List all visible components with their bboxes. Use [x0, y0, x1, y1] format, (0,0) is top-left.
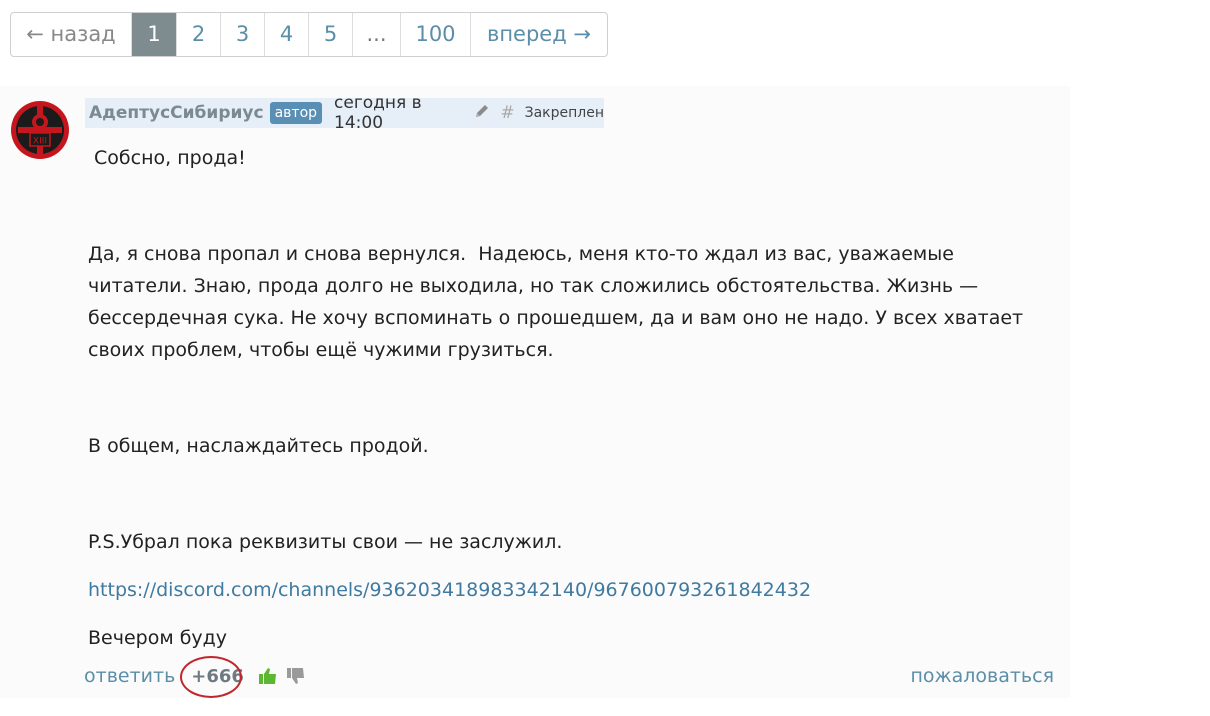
pinned-label: Закреплен: [524, 105, 604, 121]
post-paragraph: P.S.Убрал пока реквизиты свои — не заслу…: [88, 531, 563, 553]
post-paragraph: Да, я снова пропал и снова вернулся. Над…: [88, 243, 1030, 361]
prev-page-link[interactable]: ← назад: [11, 13, 132, 56]
discord-link[interactable]: https://discord.com/channels/93620341898…: [88, 579, 811, 601]
page-link-5[interactable]: 5: [309, 13, 353, 56]
pencil-icon[interactable]: [474, 103, 490, 124]
page-link-4[interactable]: 4: [265, 13, 309, 56]
page-link-100[interactable]: 100: [401, 13, 471, 56]
author-badge: автор: [269, 102, 323, 124]
author-link[interactable]: АдептусСибириус: [89, 103, 264, 123]
thumbs-up-icon[interactable]: [258, 666, 278, 686]
page-link-3[interactable]: 3: [221, 13, 265, 56]
post-paragraph: Собсно, прода!: [88, 147, 246, 169]
post-paragraph: В общем, наслаждайтесь продой.: [88, 435, 429, 457]
hash-icon[interactable]: #: [500, 103, 514, 123]
reply-link[interactable]: ответить: [84, 665, 175, 687]
avatar[interactable]: XIII: [10, 100, 70, 160]
post-footer: ответить +666 пожаловаться: [84, 655, 1054, 698]
post-header: АдептусСибириус автор сегодня в 14:00 # …: [85, 93, 604, 133]
page-link-1[interactable]: 1: [132, 13, 177, 56]
post-paragraph: Вечером буду: [88, 627, 228, 649]
thumbs-down-icon[interactable]: [286, 666, 306, 686]
post-date[interactable]: сегодня в 14:00: [334, 93, 464, 133]
avatar-label: XIII: [33, 137, 47, 147]
avatar-emblem-icon: XIII: [11, 101, 69, 159]
pagination: ← назад 1 2 3 4 5 ... 100 вперед →: [10, 12, 608, 57]
page-link-2[interactable]: 2: [177, 13, 221, 56]
page-dots: ...: [353, 13, 401, 56]
post-body: Собсно, прода! Да, я снова пропал и снов…: [88, 142, 1048, 654]
next-page-link[interactable]: вперед →: [471, 13, 607, 56]
score-value: +666: [180, 655, 250, 698]
score-highlight-circle: [180, 655, 243, 698]
report-link[interactable]: пожаловаться: [910, 665, 1054, 687]
